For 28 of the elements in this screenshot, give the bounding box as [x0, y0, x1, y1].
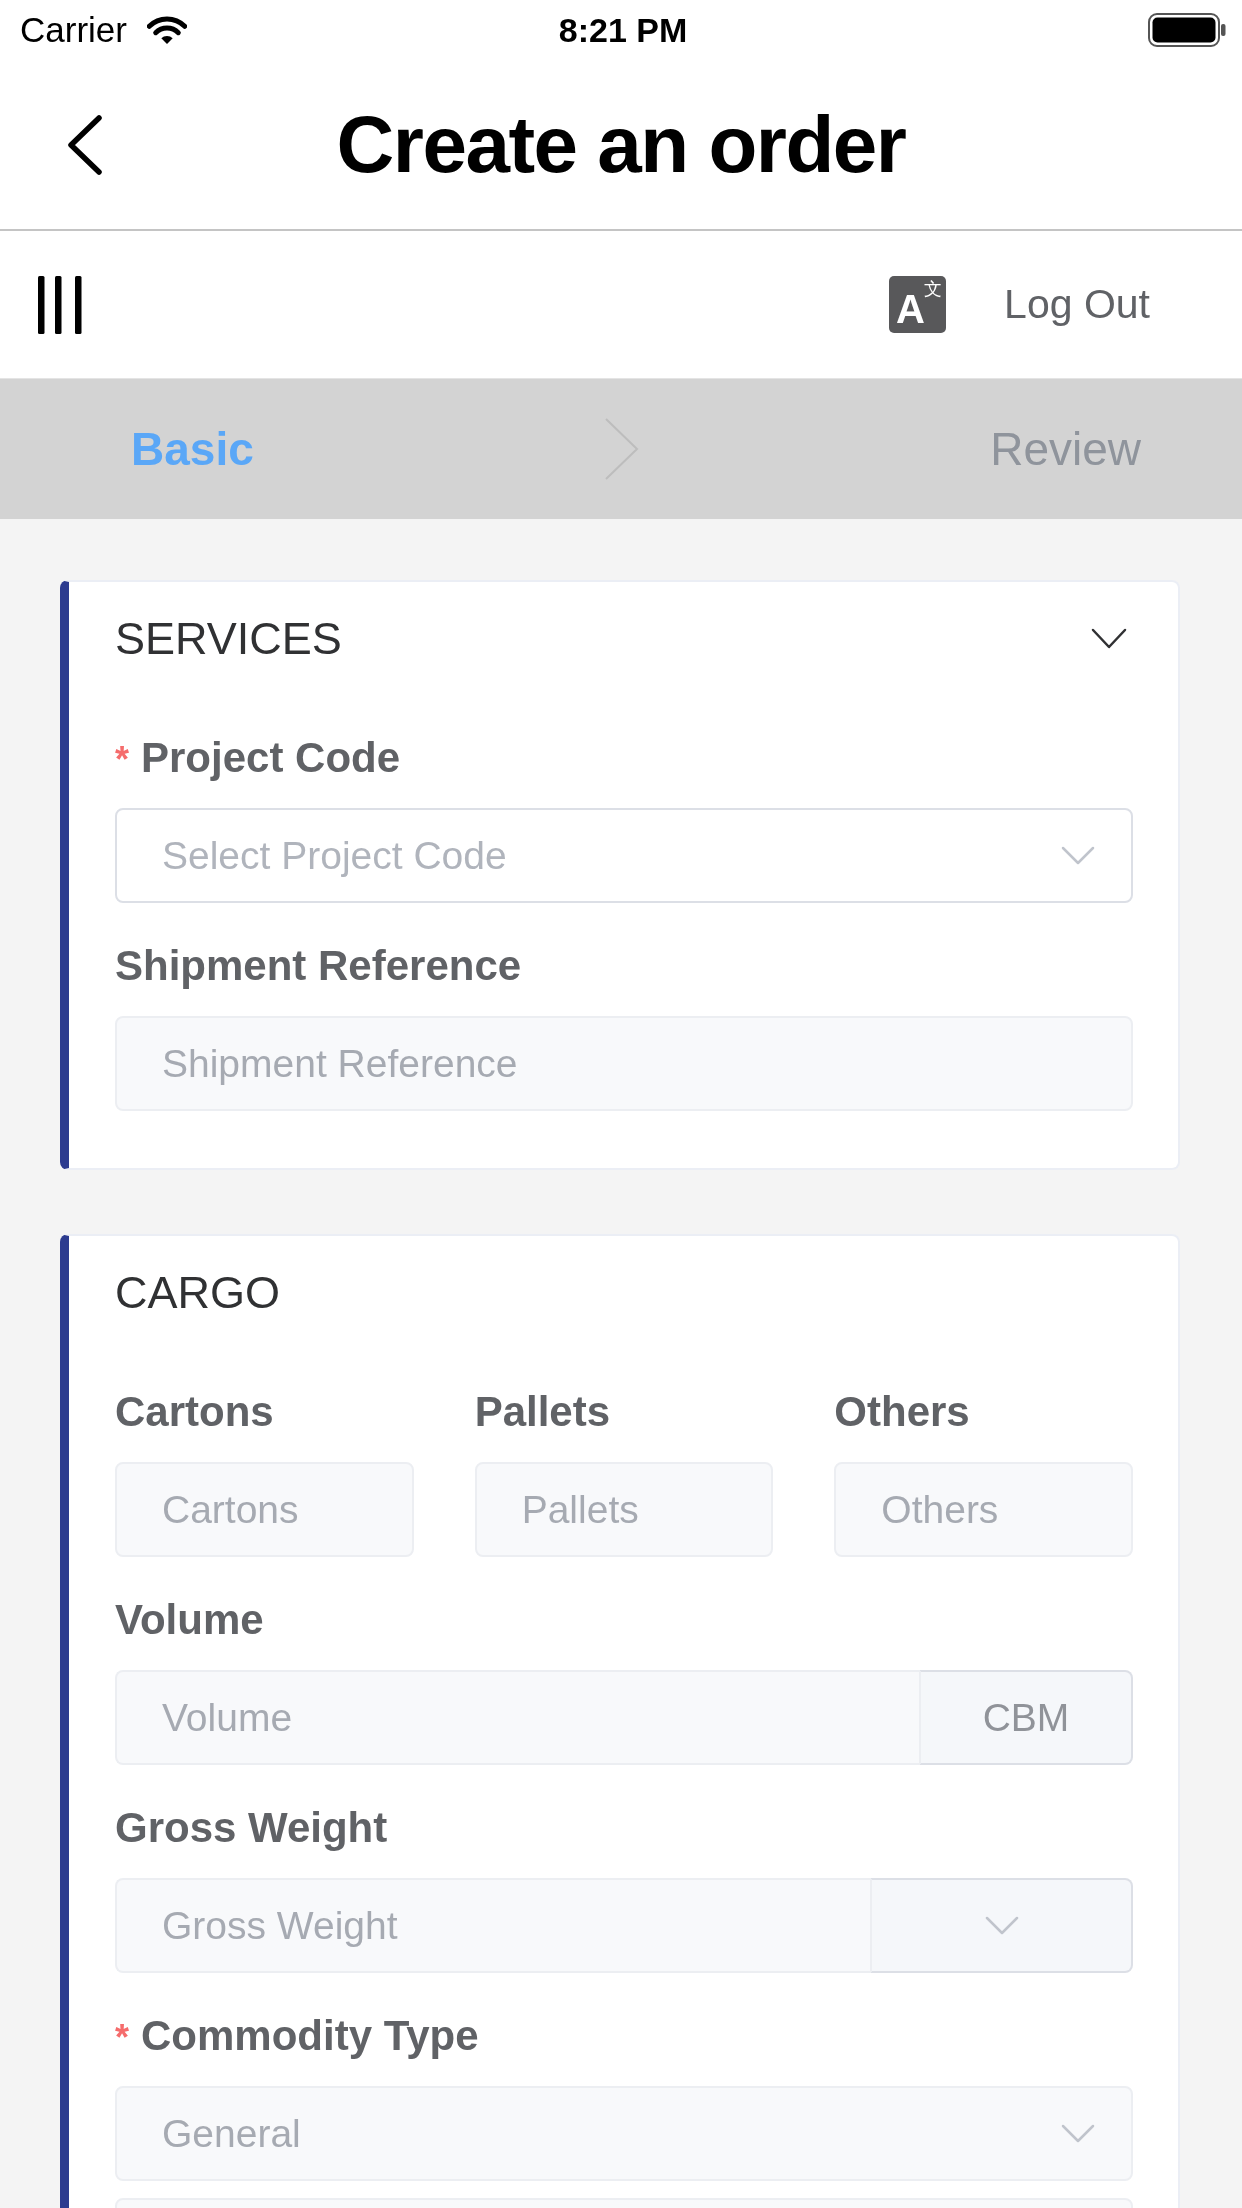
chevron-down-icon[interactable]: [1091, 628, 1127, 650]
step-tab[interactable]: Basic: [131, 422, 254, 476]
section-title: SERVICES: [115, 613, 342, 665]
chevron-down-icon: [984, 1915, 1019, 1936]
back-icon[interactable]: [65, 114, 105, 175]
battery-icon: [1148, 13, 1226, 47]
logout-button[interactable]: Log Out: [1004, 281, 1150, 328]
field-label: Volume: [115, 1595, 264, 1645]
field-label: Pallets: [474, 1387, 611, 1437]
field-label: Commodity Type: [141, 2011, 479, 2061]
required-mark: *: [115, 738, 129, 782]
chevron-down-icon: [1061, 2123, 1095, 2144]
carrier-label: Carrier: [20, 10, 127, 50]
step-tab[interactable]: Review: [990, 422, 1141, 476]
field-label: Others: [834, 1387, 970, 1437]
field-label: Gross Weight: [115, 1803, 388, 1853]
field-label: Shipment Reference: [115, 941, 522, 991]
section-title: CARGO: [115, 1267, 280, 1319]
menu-icon[interactable]: [38, 275, 82, 334]
page-title: Create an order: [336, 98, 906, 191]
select-field[interactable]: Select Project Code: [115, 808, 1133, 903]
field-label: Cartons: [115, 1387, 274, 1437]
chevron-down-icon: [1061, 845, 1095, 866]
field-label: Project Code: [141, 733, 401, 783]
status-time: 8:21 PM: [558, 10, 688, 50]
wifi-icon: [146, 15, 187, 45]
unit-label: CBM: [919, 1670, 1133, 1765]
required-mark: *: [115, 2016, 129, 2060]
